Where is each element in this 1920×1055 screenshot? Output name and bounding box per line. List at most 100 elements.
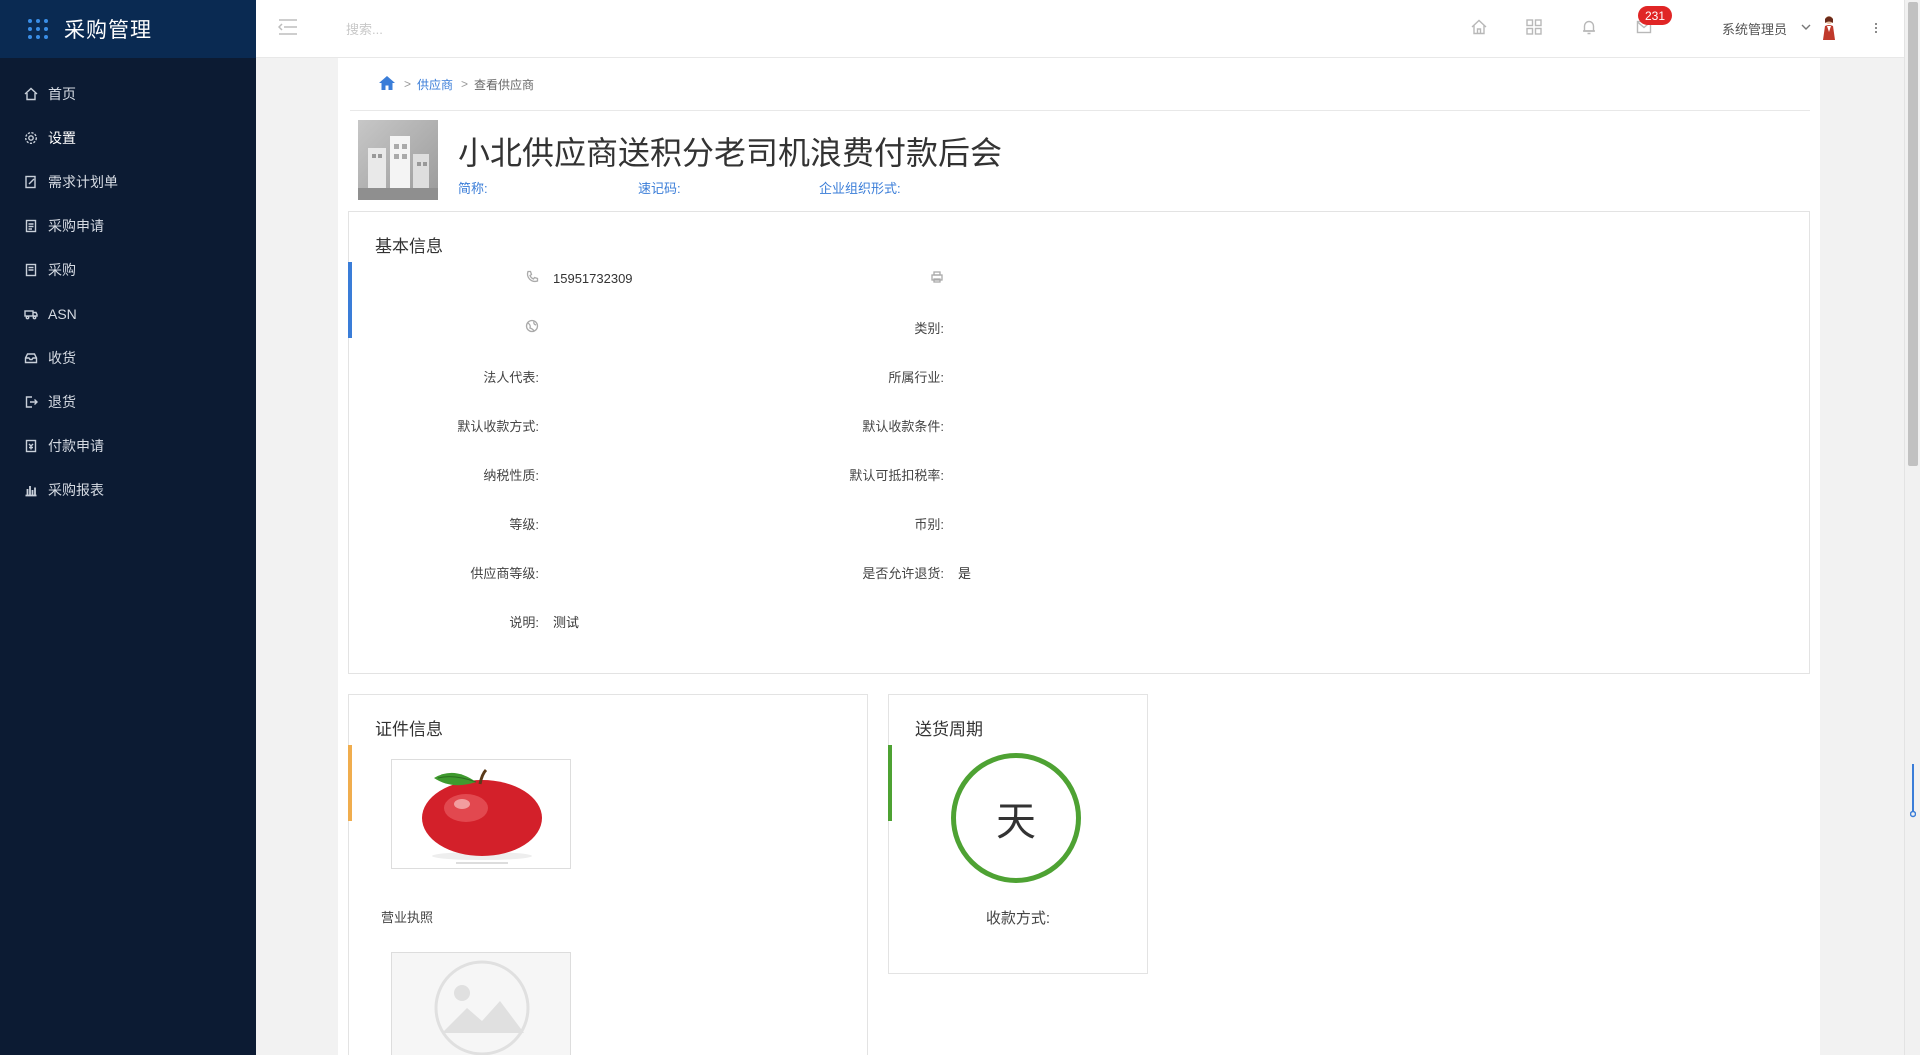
- deductible-rate-label: 默认可抵扣税率:: [849, 467, 944, 483]
- allow-return-row: 是否允许退货: 是: [754, 562, 971, 582]
- sidebar-item-label: 采购申请: [48, 218, 104, 234]
- sidebar-item-payment-request[interactable]: 付款申请: [0, 424, 256, 468]
- image-placeholder[interactable]: [391, 952, 571, 1055]
- description-row: 说明: 测试: [349, 611, 579, 631]
- globe-icon: [525, 319, 539, 333]
- receive-method-row: 默认收款方式:: [349, 415, 539, 435]
- basic-info-panel: 基本信息 15951732309 类别: 法人代表: 所属行业: 默认收款方式:…: [348, 211, 1810, 674]
- supplier-grade-label: 供应商等级:: [470, 565, 539, 581]
- category-label: 类别:: [914, 320, 944, 336]
- list-icon: [24, 263, 38, 277]
- deductible-rate-row: 默认可抵扣税率:: [754, 464, 944, 484]
- phone-icon: [525, 270, 539, 284]
- short-name-label: 简称:: [458, 181, 488, 196]
- sidebar: 采购管理 首页 设置 需求计划单 采购申请 采购 ASN 收货 退货 付款申请 …: [0, 0, 256, 1055]
- payment-method-label: 收款方式:: [985, 910, 1051, 927]
- breadcrumb-current: 查看供应商: [474, 77, 535, 92]
- more-vertical-icon[interactable]: [1868, 18, 1884, 38]
- app-grid-icon[interactable]: [28, 19, 48, 39]
- delivery-cycle-panel: 送货周期 天 收款方式:: [888, 694, 1148, 974]
- tax-nature-label: 纳税性质:: [483, 467, 539, 483]
- top-header: 231 系统管理员: [256, 0, 1904, 58]
- truck-icon: [24, 307, 38, 321]
- description-value: 测试: [553, 614, 580, 630]
- delivery-cycle-circle: 天: [951, 753, 1081, 883]
- avatar[interactable]: [1820, 14, 1838, 40]
- website-row: [349, 317, 539, 337]
- fax-printer-icon: [930, 270, 944, 284]
- exit-icon: [24, 395, 38, 409]
- user-name[interactable]: 系统管理员: [1722, 19, 1787, 38]
- breadcrumb: > 供应商 > 查看供应商: [378, 74, 534, 94]
- grade-label: 等级:: [509, 516, 539, 532]
- home-icon[interactable]: [378, 75, 396, 94]
- currency-row: 币别:: [754, 513, 944, 533]
- legal-rep-row: 法人代表:: [349, 366, 539, 386]
- sidebar-item-purchase-request[interactable]: 采购申请: [0, 204, 256, 248]
- bell-icon[interactable]: [1580, 18, 1598, 36]
- panel-title: 基本信息: [375, 237, 443, 256]
- certificate-image[interactable]: [391, 759, 571, 869]
- panel-title: 送货周期: [915, 720, 983, 739]
- phone-value: 15951732309: [553, 270, 633, 286]
- breadcrumb-separator: >: [461, 77, 469, 91]
- allow-return-label: 是否允许退货:: [862, 565, 944, 581]
- sidebar-item-label: 首页: [48, 86, 76, 102]
- certificates-panel: 证件信息 营业执照: [348, 694, 868, 1055]
- fax-row: [754, 268, 944, 288]
- sidebar-item-label: 退货: [48, 394, 76, 410]
- search-input[interactable]: [346, 17, 646, 41]
- document-edit-icon: [24, 175, 38, 189]
- gear-icon: [24, 131, 38, 145]
- currency-label: 币别:: [914, 516, 944, 532]
- apps-grid-icon[interactable]: [1525, 18, 1543, 36]
- main-content: > 供应商 > 查看供应商 小北供应商送积分老司机浪费付款后会 简称: 速记码:…: [338, 58, 1820, 1055]
- panel-accent-bar: [348, 745, 352, 821]
- phone-row: 15951732309: [349, 268, 633, 288]
- scrollbar-thumb[interactable]: [1908, 2, 1918, 466]
- bar-chart-icon: [24, 483, 38, 497]
- home-icon: [24, 87, 38, 101]
- sidebar-item-demand-plan[interactable]: 需求计划单: [0, 160, 256, 204]
- receive-method-label: 默认收款方式:: [457, 418, 539, 434]
- page-scrollbar[interactable]: [1904, 0, 1920, 1055]
- short-code-label: 速记码:: [638, 181, 681, 196]
- menu-toggle-icon[interactable]: [277, 18, 298, 36]
- notification-badge: 231: [1638, 6, 1672, 25]
- tax-nature-row: 纳税性质:: [349, 464, 539, 484]
- sidebar-nav: 首页 设置 需求计划单 采购申请 采购 ASN 收货 退货 付款申请 采购报表: [0, 58, 256, 512]
- brand-header: 采购管理: [0, 0, 256, 58]
- sidebar-item-settings[interactable]: 设置: [0, 116, 256, 160]
- sidebar-item-label: ASN: [48, 306, 77, 322]
- category-row: 类别:: [754, 317, 944, 337]
- sidebar-item-label: 采购: [48, 262, 76, 278]
- sidebar-item-asn[interactable]: ASN: [0, 292, 256, 336]
- sidebar-item-purchase[interactable]: 采购: [0, 248, 256, 292]
- page-title: 小北供应商送积分老司机浪费付款后会: [458, 135, 1003, 171]
- scroll-drag-handle-icon[interactable]: [1909, 762, 1917, 818]
- certificate-caption: 营业执照: [381, 910, 434, 925]
- sidebar-item-home[interactable]: 首页: [0, 72, 256, 116]
- sidebar-item-label: 付款申请: [48, 438, 104, 454]
- home-icon[interactable]: [1470, 18, 1488, 36]
- app-title: 采购管理: [64, 19, 152, 42]
- supplier-sub-fields: 简称: 速记码: 企业组织形式:: [458, 178, 901, 197]
- sidebar-item-purchase-report[interactable]: 采购报表: [0, 468, 256, 512]
- industry-label: 所属行业:: [888, 369, 944, 385]
- sidebar-item-return[interactable]: 退货: [0, 380, 256, 424]
- sidebar-item-label: 需求计划单: [48, 174, 118, 190]
- sidebar-item-receiving[interactable]: 收货: [0, 336, 256, 380]
- panel-title: 证件信息: [375, 720, 443, 739]
- clipboard-icon: [24, 219, 38, 233]
- description-label: 说明:: [509, 614, 539, 630]
- breadcrumb-link-suppliers[interactable]: 供应商: [417, 76, 453, 93]
- allow-return-value: 是: [958, 565, 972, 581]
- supplier-logo: [358, 120, 438, 200]
- chevron-down-icon[interactable]: [1800, 20, 1812, 32]
- delivery-cycle-unit: 天: [996, 800, 1036, 844]
- sidebar-item-label: 采购报表: [48, 482, 104, 498]
- payment-icon: [24, 439, 38, 453]
- grade-row: 等级:: [349, 513, 539, 533]
- panel-accent-bar: [888, 745, 892, 821]
- receive-terms-label: 默认收款条件:: [862, 418, 944, 434]
